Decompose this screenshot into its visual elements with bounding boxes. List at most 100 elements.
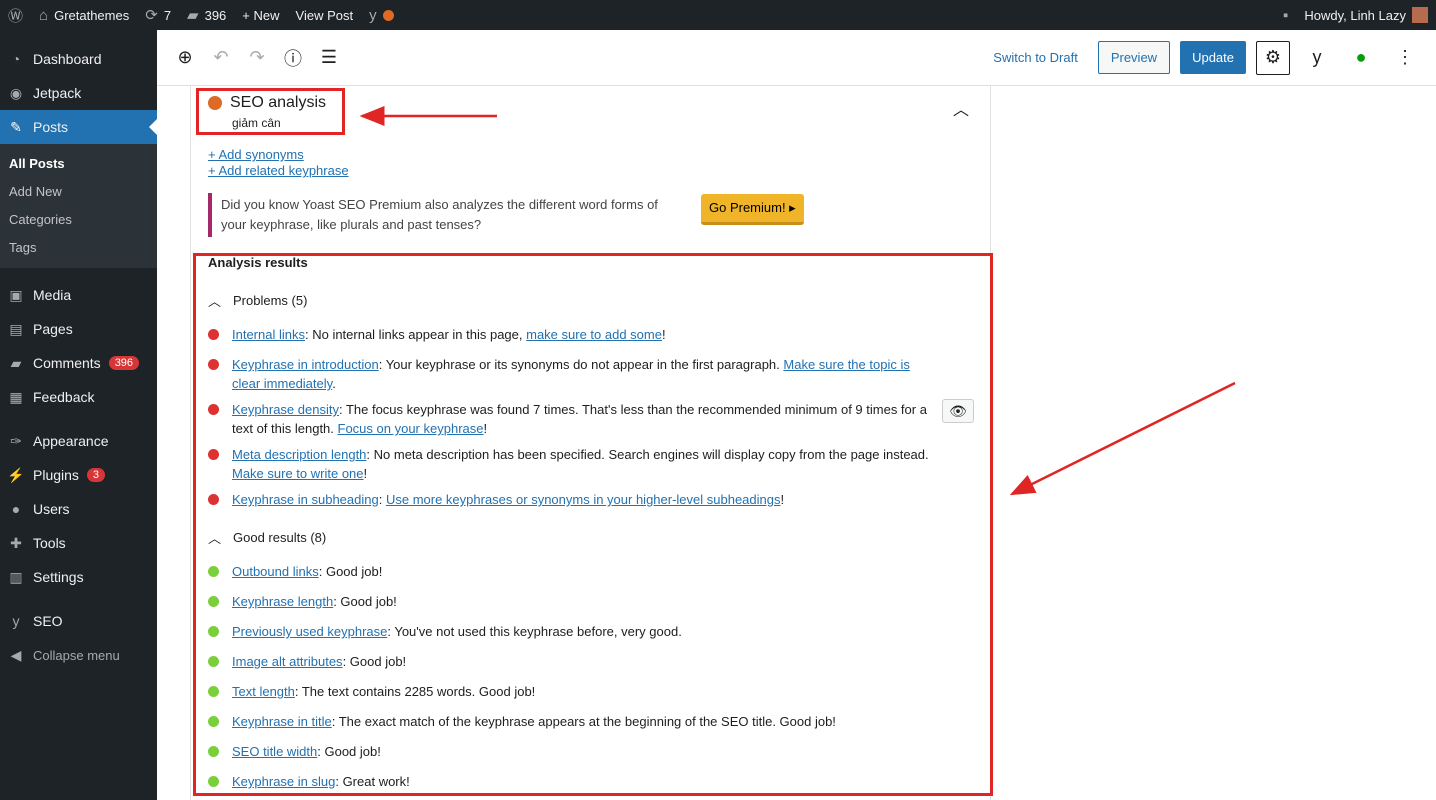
- result-link[interactable]: Keyphrase density: [232, 402, 339, 417]
- chevron-up-icon: ︿: [208, 294, 222, 309]
- problem-result: Meta description length: No meta descrip…: [208, 445, 948, 483]
- result-link[interactable]: SEO title width: [232, 744, 317, 759]
- sidebar-item-pages[interactable]: ▤ Pages: [0, 312, 157, 346]
- result-text: : You've not used this keyphrase before,…: [387, 624, 682, 639]
- preview-button[interactable]: Preview: [1097, 41, 1171, 74]
- site-link[interactable]: ⌂ Gretathemes: [31, 0, 137, 30]
- result-text: : Good job!: [333, 594, 397, 609]
- sidebar-item-media[interactable]: ▣ Media: [0, 278, 157, 312]
- result-text: : No meta description has been specified…: [366, 447, 929, 462]
- result-link[interactable]: Meta description length: [232, 447, 366, 462]
- sidebar-item-label: Collapse menu: [33, 647, 120, 663]
- sidebar-item-label: Pages: [33, 321, 73, 337]
- good-bullet-icon: [208, 566, 219, 577]
- sidebar-item-tools[interactable]: ✚ Tools: [0, 526, 157, 560]
- submenu-item[interactable]: Add New: [0, 178, 157, 206]
- fix-link[interactable]: Use more keyphrases or synonyms in your …: [386, 492, 781, 507]
- good-bullet-icon: [208, 686, 219, 697]
- sidebar-item-users[interactable]: ● Users: [0, 492, 157, 526]
- result-link[interactable]: Internal links: [232, 327, 305, 342]
- info-icon[interactable]: ⓘ: [275, 45, 311, 71]
- sidebar-item-settings[interactable]: ▥ Settings: [0, 560, 157, 594]
- comment-icon: ▰: [187, 7, 199, 24]
- result-link[interactable]: Keyphrase in slug: [232, 774, 335, 789]
- sidebar-item-comments[interactable]: ▰ Comments 396: [0, 346, 157, 380]
- fix-link[interactable]: Focus on your keyphrase: [338, 421, 484, 436]
- result-text: : No internal links appear in this page,: [304, 327, 527, 342]
- sidebar-item-label: Feedback: [33, 389, 95, 405]
- sidebar-item-posts[interactable]: ✎ Posts: [0, 110, 157, 144]
- sidebar-item-appearance[interactable]: ✑ Appearance: [0, 424, 157, 458]
- sidebar-item-label: Media: [33, 287, 72, 303]
- new-link[interactable]: + New: [234, 0, 287, 30]
- result-link[interactable]: Outbound links: [232, 564, 319, 579]
- seo-analysis-title[interactable]: SEO analysis: [208, 94, 326, 112]
- yoast-icon: y: [12, 613, 20, 629]
- problem-result: Keyphrase density: The focus keyphrase w…: [208, 400, 948, 438]
- fix-link[interactable]: make sure to add some: [526, 327, 662, 342]
- good-bullet-icon: [208, 776, 219, 787]
- sidebar-item-jetpack[interactable]: ◉ Jetpack: [0, 76, 157, 110]
- user-menu[interactable]: ▪ Howdy, Linh Lazy: [1275, 0, 1436, 30]
- sidebar-item-collapse-menu[interactable]: ◀ Collapse menu: [0, 638, 157, 672]
- go-premium-button[interactable]: Go Premium! ▸: [701, 194, 804, 225]
- editor-header: ⊕ ↶ ↷ ⓘ ☰ Switch to Draft Preview Update…: [157, 30, 1436, 86]
- chevron-up-icon[interactable]: ︿: [953, 96, 969, 120]
- submenu-item[interactable]: Tags: [0, 234, 157, 262]
- submenu-item[interactable]: All Posts: [0, 150, 157, 178]
- add-block-icon[interactable]: ⊕: [167, 47, 203, 68]
- sidebar-item-label: Jetpack: [33, 85, 82, 101]
- eye-icon[interactable]: 👁: [942, 399, 974, 423]
- focus-keyphrase: giảm cân: [232, 116, 281, 130]
- result-link[interactable]: Keyphrase in subheading: [232, 492, 379, 507]
- more-options-icon[interactable]: ⋮: [1388, 41, 1422, 75]
- result-end: !: [780, 492, 785, 507]
- wordpress-logo[interactable]: Ⓦ: [0, 0, 31, 30]
- sidebar-item-dashboard[interactable]: ◔ Dashboard: [0, 42, 157, 76]
- problems-label: Problems (5): [233, 293, 308, 308]
- switch-to-draft-button[interactable]: Switch to Draft: [983, 50, 1088, 65]
- undo-icon[interactable]: ↶: [203, 47, 239, 68]
- sidebar-item-feedback[interactable]: ▦ Feedback: [0, 380, 157, 414]
- problem-bullet-icon: [208, 359, 219, 370]
- result-link[interactable]: Keyphrase in title: [232, 714, 332, 729]
- add-related-keyphrase-link[interactable]: + Add related keyphrase: [208, 163, 349, 178]
- good-result: Keyphrase length: Good job!: [208, 592, 948, 611]
- result-text: :: [378, 492, 386, 507]
- plugins-icon: ⚡: [7, 466, 25, 483]
- update-button[interactable]: Update: [1180, 41, 1246, 74]
- view-post-link[interactable]: View Post: [288, 0, 362, 30]
- settings-gear-icon[interactable]: ⚙: [1256, 40, 1290, 75]
- problems-toggle[interactable]: ︿ Problems (5): [208, 291, 307, 310]
- jetpack-icon[interactable]: ●: [1344, 41, 1378, 75]
- good-results-toggle[interactable]: ︿ Good results (8): [208, 528, 326, 547]
- count-badge: 396: [108, 356, 140, 370]
- submenu-item[interactable]: Categories: [0, 206, 157, 234]
- redo-icon[interactable]: ↷: [239, 47, 275, 68]
- problem-bullet-icon: [208, 404, 219, 415]
- result-link[interactable]: Keyphrase in introduction: [232, 357, 379, 372]
- yoast-menu[interactable]: y: [361, 0, 402, 30]
- pin-icon: ✎: [10, 118, 22, 135]
- comments-link[interactable]: ▰ 396: [179, 0, 234, 30]
- sidebar-item-seo[interactable]: y SEO: [0, 604, 157, 638]
- avatar: [1412, 7, 1428, 23]
- fix-link[interactable]: Make sure to write one: [232, 466, 364, 481]
- list-view-icon[interactable]: ☰: [311, 47, 347, 68]
- sidebar-item-label: Settings: [33, 569, 84, 585]
- jetpack-icon: ◉: [9, 84, 23, 101]
- dashboard-icon: ◔: [11, 51, 21, 67]
- sidebar-item-plugins[interactable]: ⚡ Plugins 3: [0, 458, 157, 492]
- result-text: : Good job!: [342, 654, 407, 669]
- chevron-up-icon: ︿: [208, 531, 222, 546]
- problem-result: Keyphrase in introduction: Your keyphras…: [208, 355, 948, 393]
- yoast-icon[interactable]: y: [1300, 41, 1334, 75]
- result-link[interactable]: Keyphrase length: [232, 594, 333, 609]
- sidebar-item-label: Dashboard: [33, 51, 102, 67]
- result-link[interactable]: Text length: [232, 684, 295, 699]
- result-link[interactable]: Image alt attributes: [232, 654, 343, 669]
- wordpress-icon: Ⓦ: [8, 7, 24, 25]
- result-link[interactable]: Previously used keyphrase: [232, 624, 387, 639]
- updates-link[interactable]: ⟳ 7: [137, 0, 179, 30]
- add-synonyms-link[interactable]: + Add synonyms: [208, 147, 304, 162]
